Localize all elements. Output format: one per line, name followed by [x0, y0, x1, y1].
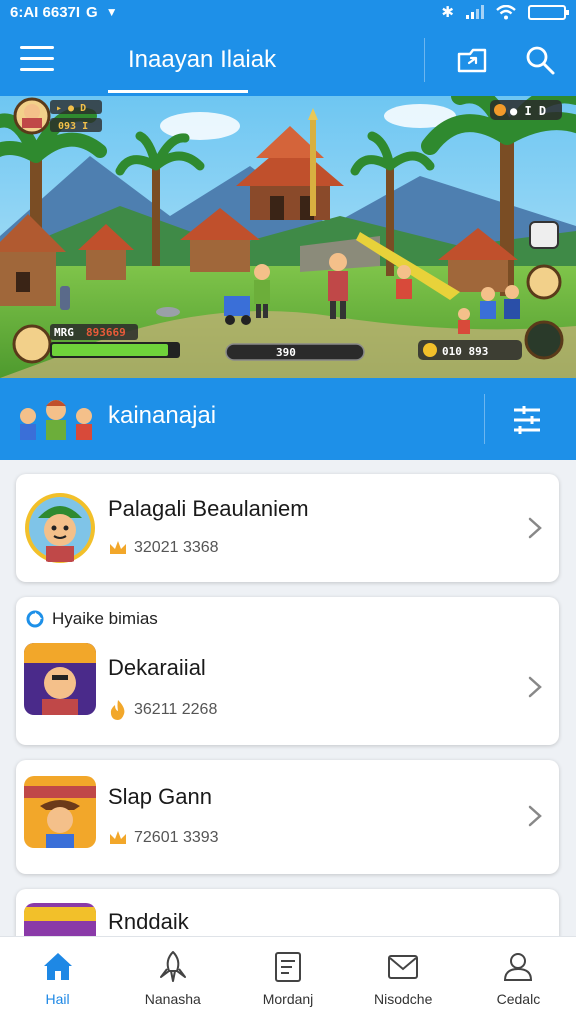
- signal-icon: [466, 5, 484, 19]
- nav-item-mordanj[interactable]: Mordanj: [230, 937, 345, 1024]
- hud-player-value: 893669: [86, 326, 126, 339]
- document-icon: [275, 952, 301, 982]
- filter-icon[interactable]: [510, 404, 544, 436]
- section-title: kainanajai: [108, 402, 217, 429]
- list-item-score-value: 36211 2268: [134, 701, 218, 718]
- list-item-score-value: 32021 3368: [134, 539, 219, 556]
- menu-button[interactable]: [20, 46, 54, 74]
- promo-badge-icon: [26, 610, 44, 628]
- appbar-divider: [424, 38, 425, 82]
- nav-item-cedalc[interactable]: Cedalc: [461, 937, 576, 1024]
- nav-label: Mordanj: [262, 991, 314, 1007]
- nav-label: Cedalc: [496, 991, 541, 1007]
- status-bar: 6:AI 6637I G ▼ ✱: [0, 0, 576, 24]
- list-item-name: Palagali Beaulaniem: [108, 496, 309, 521]
- app-bar: Inaayan Ilaiak: [0, 24, 576, 96]
- list-item[interactable]: Palagali Beaulaniem 32021 3368: [16, 474, 559, 582]
- coin-icon: [423, 343, 437, 357]
- hud-top-badge: ▸ ● D: [56, 103, 86, 114]
- profile-icon: [504, 953, 533, 981]
- wifi-icon: [496, 4, 516, 19]
- side-button-map: [529, 221, 559, 249]
- hud-coin-value: 010 893: [442, 345, 488, 358]
- bottom-nav: Hail Nanasha Mordanj Nisodche Cedalc: [0, 936, 576, 1024]
- game-thumbnail: [24, 492, 96, 564]
- promo-label-text: Hyaike bimias: [52, 609, 158, 628]
- nav-label: Nisodche: [374, 991, 433, 1007]
- player-portrait-bottom: [12, 324, 52, 364]
- hud-player-label: MRG: [54, 326, 74, 339]
- nav-item-nisodche[interactable]: Nisodche: [346, 937, 461, 1024]
- battery-icon: [528, 4, 569, 20]
- menu-line: [20, 46, 54, 49]
- list-item[interactable]: Slap Gann 72601 3393: [16, 760, 559, 874]
- promo-label: Hyaike bimias: [26, 609, 158, 629]
- list-item-name: Rnddaik: [108, 909, 189, 934]
- nav-label: Nanasha: [144, 991, 201, 1007]
- section-divider: [484, 394, 485, 444]
- menu-line: [20, 68, 54, 71]
- crown-icon: [110, 831, 126, 844]
- mail-icon: [388, 955, 419, 979]
- nav-item-home[interactable]: Hail: [0, 937, 115, 1024]
- chevron-right-icon: [528, 517, 542, 539]
- game-scene: ▸ ● D 093 I ● I D MRG 893669 390 010 893: [0, 96, 576, 378]
- list-item-score-value: 72601 3393: [134, 829, 219, 846]
- chevron-right-icon: [528, 805, 542, 827]
- home-icon: [43, 953, 72, 980]
- dropdown-caret-icon: ▼: [105, 5, 118, 19]
- list-item-score: 36211 2268: [108, 699, 217, 721]
- list-item-name: Slap Gann: [108, 784, 212, 809]
- carrier-icon: G: [86, 3, 98, 21]
- nav-item-nanasha[interactable]: Nanasha: [115, 937, 230, 1024]
- hud-center-value: 390: [276, 346, 296, 359]
- hud-top-score: 093 I: [58, 121, 88, 132]
- list-item-score: 32021 3368: [108, 538, 219, 558]
- side-portrait-2: [524, 320, 564, 360]
- hud-right-counter: ● I D: [510, 104, 546, 118]
- game-thumbnail: [24, 776, 96, 848]
- menu-line: [20, 57, 54, 60]
- chevron-right-icon: [528, 676, 542, 698]
- list-item-name: Dekaraiial: [108, 655, 206, 680]
- flame-icon: [110, 700, 125, 720]
- game-thumbnail: [24, 643, 96, 715]
- crown-icon: [110, 541, 126, 554]
- title-underline: [108, 90, 248, 93]
- list-item[interactable]: Hyaike bimias Dekaraiial 36211 2268: [16, 597, 559, 745]
- nav-label: Hail: [45, 991, 70, 1007]
- app-title: Inaayan Ilaiak: [128, 46, 277, 73]
- section-header: kainanajai: [0, 378, 576, 460]
- status-time: 6:AI 6637I: [10, 3, 81, 21]
- rocket-icon: [159, 951, 186, 982]
- list-item-score: 72601 3393: [108, 828, 219, 848]
- share-icon[interactable]: [456, 46, 488, 74]
- bluetooth-icon: ✱: [441, 4, 454, 21]
- section-avatars-icon: [20, 400, 92, 440]
- health-bar-fill: [52, 344, 168, 356]
- side-portrait-1: [526, 264, 562, 300]
- game-banner[interactable]: ▸ ● D 093 I ● I D MRG 893669 390 010 893: [0, 96, 576, 378]
- character-villager: [396, 265, 412, 299]
- search-icon[interactable]: [524, 44, 556, 76]
